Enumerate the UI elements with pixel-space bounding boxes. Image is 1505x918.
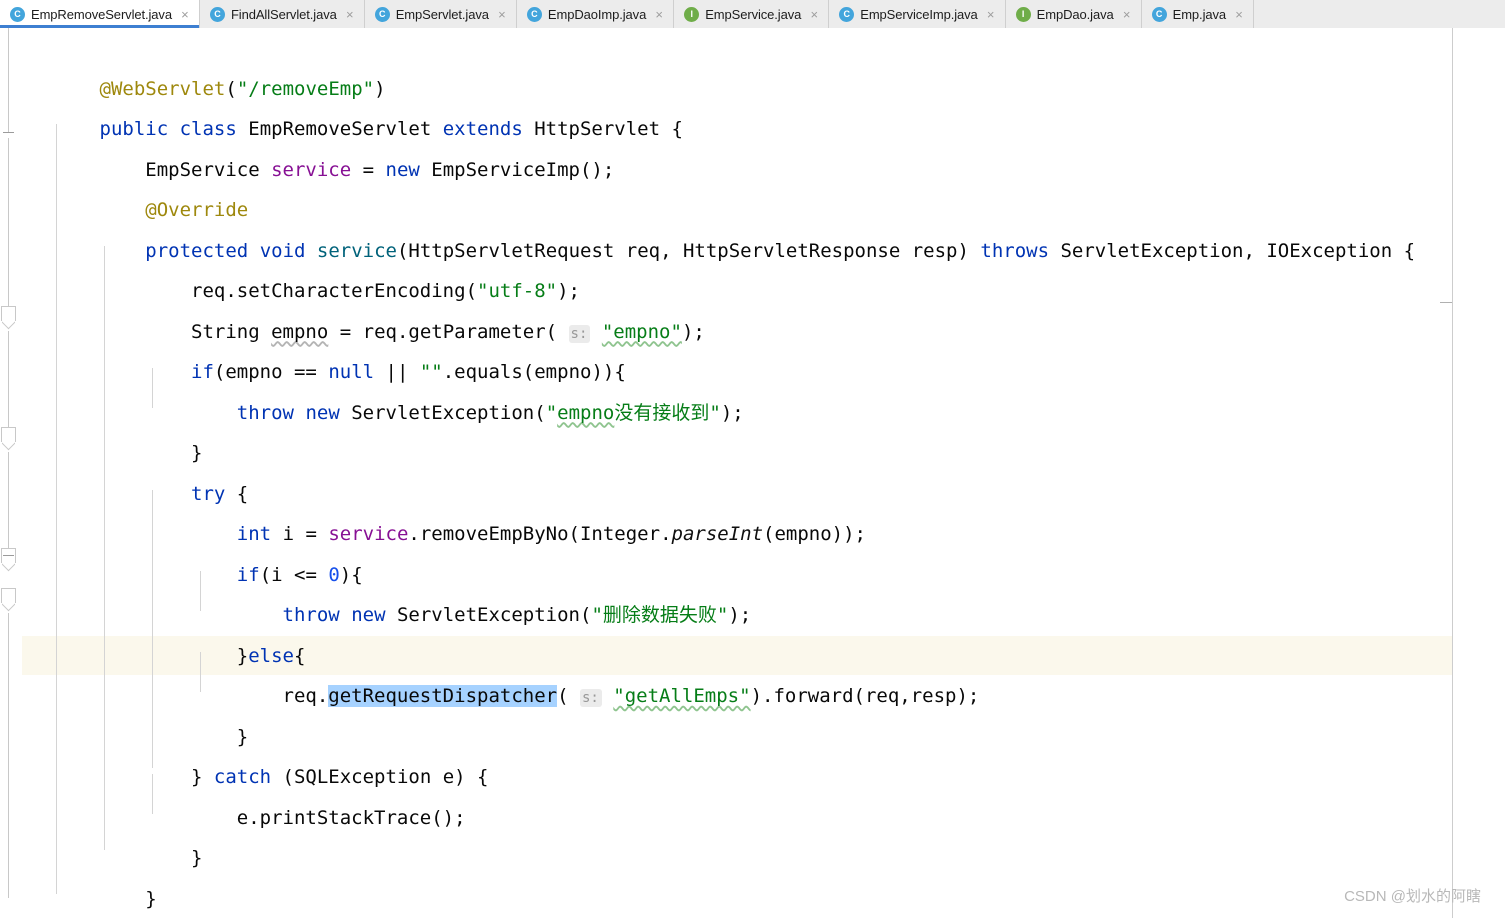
java-class-icon: C (209, 6, 225, 22)
editor-tab-bar: C EmpRemoveServlet.java × C FindAllServl… (0, 0, 1505, 28)
tab-label: EmpDaoImp.java (547, 6, 647, 22)
close-icon[interactable]: × (344, 8, 356, 21)
code-line: if(i <= 0){ (236, 563, 363, 586)
code-line: } (99, 887, 157, 910)
java-class-icon: C (526, 6, 542, 22)
java-interface-icon: I (1015, 6, 1031, 22)
java-class-icon: C (839, 6, 855, 22)
tab-label: EmpService.java (705, 6, 802, 22)
code-line: throw new ServletException("empno没有接收到")… (236, 401, 744, 424)
code-line: }else{ (99, 644, 306, 667)
close-icon[interactable]: × (179, 8, 191, 21)
code-line: EmpService service = new EmpServiceImp()… (99, 158, 615, 181)
editor-tab-emp-service-imp[interactable]: C EmpServiceImp.java × (829, 0, 1006, 28)
tab-label: EmpRemoveServlet.java (31, 6, 172, 22)
close-icon[interactable]: × (1233, 8, 1245, 21)
java-interface-icon: I (684, 6, 700, 22)
code-line: @Override (145, 199, 249, 221)
code-editor-area[interactable]: @WebServlet("/removeEmp") public class E… (0, 28, 1505, 918)
code-line: req.setCharacterEncoding("utf-8"); (99, 280, 580, 302)
code-line: String empno = req.getParameter( s: "emp… (99, 320, 705, 343)
tab-label: EmpServiceImp.java (860, 6, 978, 22)
close-icon[interactable]: × (496, 8, 508, 21)
selected-text: getRequestDispatcher (328, 685, 558, 707)
java-class-icon: C (10, 6, 25, 22)
code-line: if(empno == null || "".equals(empno)){ (191, 361, 626, 383)
code-line: protected void service(HttpServletReques… (145, 239, 1416, 262)
parameter-name-hint: s: (579, 689, 602, 707)
code-line: try { (191, 482, 249, 505)
idea-editor-window: C EmpRemoveServlet.java × C FindAllServl… (0, 0, 1505, 918)
code-line: } (99, 442, 203, 464)
java-class-icon: C (374, 6, 390, 22)
editor-tab-find-all-servlet[interactable]: C FindAllServlet.java × (199, 0, 365, 28)
code-line: public class EmpRemoveServlet extends Ht… (99, 118, 683, 140)
tab-label: Emp.java (1172, 6, 1227, 22)
code-line: } (8, 879, 111, 918)
code-line: } (99, 725, 249, 748)
code-line: int i = service.removeEmpByNo(Integer.pa… (236, 523, 866, 545)
close-icon[interactable]: × (653, 8, 665, 21)
editor-tab-emp-dao[interactable]: I EmpDao.java × (1005, 0, 1142, 28)
editor-tab-emp-service[interactable]: I EmpService.java × (674, 0, 830, 28)
code-line: throw new ServletException("删除数据失败"); (282, 604, 752, 626)
java-class-icon: C (1151, 6, 1167, 22)
code-line: @WebServlet("/removeEmp") (99, 77, 386, 100)
editor-tab-emp-remove-servlet[interactable]: C EmpRemoveServlet.java × (0, 0, 200, 28)
source-code[interactable]: @WebServlet("/removeEmp") public class E… (0, 28, 1452, 918)
tab-label: EmpDao.java (1036, 6, 1114, 22)
editor-tab-emp-dao-imp[interactable]: C EmpDaoImp.java × (516, 0, 675, 28)
tab-label: EmpServlet.java (395, 6, 489, 22)
close-icon[interactable]: × (808, 8, 820, 21)
editor-tab-emp[interactable]: C Emp.java × (1141, 0, 1255, 28)
code-line: e.printStackTrace(); (99, 806, 466, 829)
code-line: } (99, 847, 203, 869)
code-line: req.getRequestDispatcher( s: "getAllEmps… (99, 685, 980, 707)
watermark: CSDN @划水的阿瞎 (1344, 888, 1481, 905)
code-line: } catch (SQLException e) { (99, 766, 489, 788)
editor-tab-emp-servlet[interactable]: C EmpServlet.java × (364, 0, 517, 28)
tab-label: FindAllServlet.java (230, 6, 337, 22)
close-icon[interactable]: × (985, 8, 997, 21)
editor-right-divider (1452, 28, 1453, 918)
close-icon[interactable]: × (1121, 8, 1133, 21)
